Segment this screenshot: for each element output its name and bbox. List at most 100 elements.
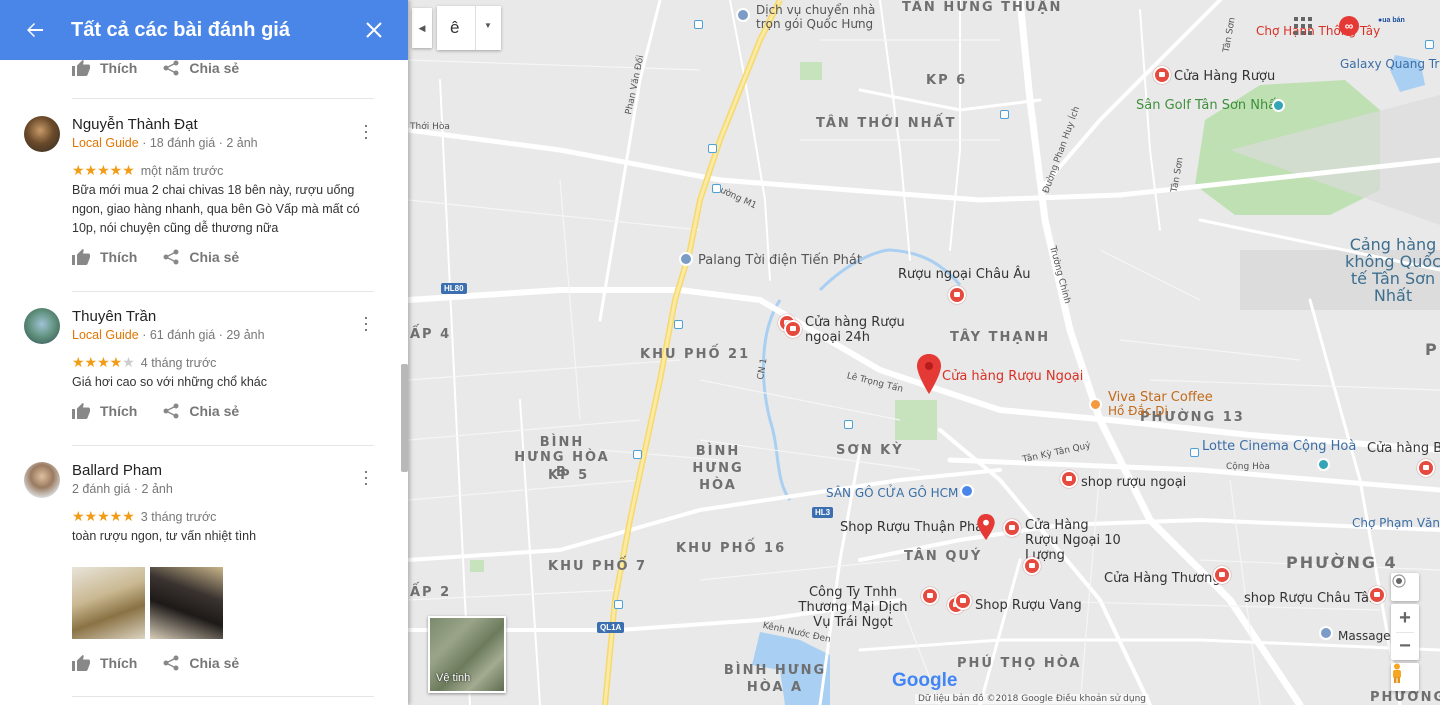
poi-label[interactable]: Shop Rượu Thuận Phát: [840, 520, 988, 535]
area-label: ẤP 2: [410, 585, 452, 600]
satellite-toggle-button[interactable]: Vệ tinh: [428, 616, 506, 693]
poi-label[interactable]: Chợ Phạm Văn: [1352, 516, 1440, 530]
close-button[interactable]: [366, 18, 382, 44]
share-icon: [163, 655, 179, 671]
store-pin-icon[interactable]: [1003, 519, 1021, 537]
share-button[interactable]: Chia sẻ: [163, 403, 239, 419]
street-view-button[interactable]: [1391, 663, 1419, 691]
share-button[interactable]: Chia sẻ: [163, 249, 239, 265]
like-button[interactable]: Thích: [72, 403, 137, 419]
my-location-button[interactable]: [1391, 573, 1419, 601]
poi-pin-icon[interactable]: [679, 252, 693, 266]
bus-stop-icon[interactable]: [844, 420, 853, 429]
thumb-up-icon: [72, 60, 90, 76]
bus-stop-icon[interactable]: [674, 320, 683, 329]
apps-grid-icon[interactable]: [1294, 17, 1312, 35]
map-mode-dropdown[interactable]: ê ▼: [437, 6, 501, 50]
poi-label[interactable]: shop rượu ngoại: [1081, 475, 1186, 490]
more-options-icon[interactable]: · · ·: [362, 462, 370, 492]
store-pin-icon[interactable]: [954, 592, 972, 610]
poi-label[interactable]: Cửa hàng Bả: [1367, 441, 1440, 456]
store-pin-icon[interactable]: [784, 320, 802, 338]
poi-pin-icon[interactable]: [736, 8, 750, 22]
avatar[interactable]: [24, 116, 60, 152]
like-button[interactable]: Thích: [72, 655, 137, 671]
poi-label[interactable]: Massage: [1338, 629, 1391, 643]
map-copyright: Dữ liệu bản đồ ©2018 Google Điều khoản s…: [915, 694, 1150, 704]
review-text: toàn rượu ngon, tư vấn nhiệt tình: [72, 529, 257, 543]
bus-stop-icon[interactable]: [633, 450, 642, 459]
reviewer-name[interactable]: Ballard Pham: [72, 462, 162, 479]
poi-label[interactable]: Cửa Hàng Thương: [1104, 571, 1221, 586]
share-button[interactable]: Chia sẻ: [163, 60, 239, 76]
store-pin-icon[interactable]: [1153, 66, 1171, 84]
pegman-icon: [1393, 663, 1401, 683]
poi-label[interactable]: Viva Star Coffee: [1108, 390, 1213, 405]
store-pin-icon[interactable]: [921, 587, 939, 605]
thumb-up-icon: [72, 249, 90, 265]
more-options-icon[interactable]: · · ·: [362, 116, 370, 146]
reviews-list[interactable]: Thích Chia sẻ Nguyễn Thành Đạt Local Gui…: [0, 60, 408, 705]
more-options-icon[interactable]: · · ·: [362, 308, 370, 338]
poi-label[interactable]: Cửa hàng Rượu ngoại 24h: [805, 315, 905, 345]
map-mode-label: ê: [450, 18, 460, 37]
poi-label[interactable]: Dịch vụ chuyển nhà trọn gói Quốc Hưng: [756, 3, 876, 31]
area-label: KHU PHỐ 16: [676, 541, 787, 556]
store-pin-icon[interactable]: [1060, 470, 1078, 488]
poi-label[interactable]: SÂN GÔ CỬA GÔ HCM: [826, 486, 958, 500]
collapse-panel-button[interactable]: ◀: [412, 8, 432, 48]
poi-label[interactable]: Công Ty Tnhh Thương Mại Dịch Vụ Trái Ngọ…: [788, 585, 918, 630]
bus-stop-icon[interactable]: [694, 20, 703, 29]
back-button[interactable]: [24, 19, 46, 41]
store-pin-icon[interactable]: [1023, 557, 1041, 575]
highway-shield: HL80: [441, 283, 467, 294]
selected-place-label[interactable]: Cửa hàng Rượu Ngoại: [942, 369, 1083, 384]
reviewer-name[interactable]: Nguyễn Thành Đạt: [72, 116, 198, 133]
bus-stop-icon[interactable]: [1425, 40, 1434, 49]
bus-stop-icon[interactable]: [708, 144, 717, 153]
zoom-in-button[interactable]: +: [1391, 604, 1419, 632]
airport-label[interactable]: Cảng hàng không Quốc tế Tân Sơn Nhất: [1338, 236, 1440, 304]
bus-stop-icon[interactable]: [712, 184, 721, 193]
minus-icon: −: [1399, 635, 1411, 657]
location-pin-icon[interactable]: [977, 514, 995, 540]
golf-pin-icon[interactable]: [1272, 99, 1285, 112]
poi-label[interactable]: Chợ Hạnh Thông Tây: [1256, 24, 1380, 38]
avatar[interactable]: [24, 462, 60, 498]
poi-label[interactable]: Rượu ngoại Châu Âu: [898, 267, 1031, 282]
cinema-pin-icon[interactable]: [1317, 458, 1330, 471]
avatar[interactable]: [24, 308, 60, 344]
area-label: BÌNH HƯNG HÒA A: [723, 663, 827, 695]
store-pin-icon[interactable]: [1368, 586, 1386, 604]
poi-label[interactable]: Sân Golf Tân Sơn Nhất: [1136, 98, 1281, 113]
reviewer-name[interactable]: Thuyên Trần: [72, 308, 156, 325]
selected-location-pin-icon[interactable]: [917, 354, 941, 394]
bus-stop-icon[interactable]: [614, 600, 623, 609]
poi-label[interactable]: Hồ Đắc Di: [1108, 404, 1168, 418]
account-avatar-icon[interactable]: ∞: [1339, 16, 1359, 36]
coffee-pin-icon[interactable]: [1089, 398, 1102, 411]
poi-pin-icon[interactable]: [1319, 626, 1333, 640]
poi-label[interactable]: Galaxy Quang Tr: [1340, 57, 1439, 71]
scrollbar[interactable]: [401, 364, 408, 472]
share-button[interactable]: Chia sẻ: [163, 655, 239, 671]
road-label: Cộng Hòa: [1226, 462, 1270, 472]
store-pin-icon[interactable]: [1417, 459, 1435, 477]
poi-label[interactable]: Palang Tời điện Tiến Phát: [698, 253, 862, 268]
store-pin-icon[interactable]: [1213, 566, 1231, 584]
poi-label[interactable]: Lotte Cinema Cộng Hoà: [1202, 439, 1356, 454]
poi-label[interactable]: shop Rượu Châu Tân: [1244, 591, 1377, 606]
bus-stop-icon[interactable]: [1190, 448, 1199, 457]
review-photo[interactable]: [72, 567, 145, 639]
bus-stop-icon[interactable]: [1000, 110, 1009, 119]
zoom-out-button[interactable]: −: [1391, 633, 1419, 660]
like-button[interactable]: Thích: [72, 249, 137, 265]
airport-pin-icon[interactable]: [960, 484, 974, 498]
like-button[interactable]: Thích: [72, 60, 137, 76]
road-label: Thới Hòa: [410, 122, 450, 132]
poi-label[interactable]: Shop Rượu Vang: [975, 598, 1082, 613]
poi-label[interactable]: Cửa Hàng Rượu: [1174, 69, 1275, 84]
store-pin-icon[interactable]: [948, 286, 966, 304]
poi-label[interactable]: Cửa Hàng Rượu Ngoại 10 Lượng: [1025, 518, 1125, 563]
review-photo[interactable]: [150, 567, 223, 639]
